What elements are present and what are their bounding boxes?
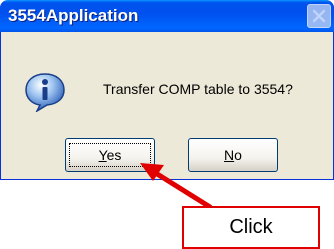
dialog-message: Transfer COMP table to 3554?: [103, 81, 293, 97]
yes-button[interactable]: Yes: [65, 138, 155, 172]
callout-label: Click: [229, 216, 273, 238]
no-button-label: No: [224, 147, 242, 163]
info-icon: [25, 73, 65, 112]
title-bar[interactable]: 3554Application: [0, 0, 334, 32]
dialog-title: 3554Application: [8, 6, 139, 25]
no-button[interactable]: No: [188, 138, 278, 172]
dialog-window: 3554Application Transfer COMP table to 3…: [0, 0, 334, 180]
click-callout: Click: [182, 206, 320, 249]
close-icon: [312, 9, 326, 23]
close-button[interactable]: [307, 4, 331, 28]
yes-button-label: Yes: [98, 147, 122, 163]
